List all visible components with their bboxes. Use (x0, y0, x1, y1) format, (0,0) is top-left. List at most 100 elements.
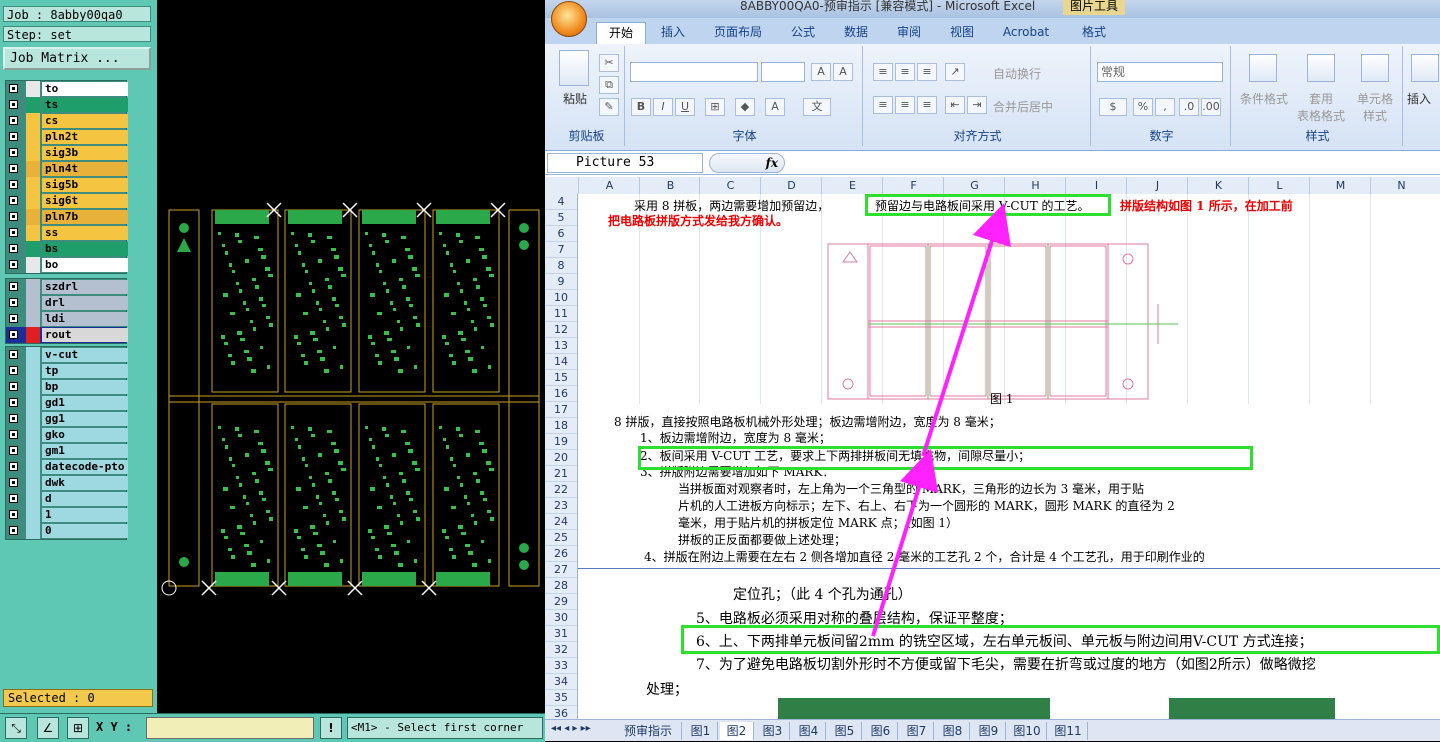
row-header[interactable]: 30 (545, 610, 577, 626)
border-icon[interactable]: ⊞ (705, 98, 725, 116)
shrink-font-icon[interactable]: A (833, 63, 853, 81)
layer-name[interactable]: 1 (42, 508, 128, 522)
currency-icon[interactable]: $ (1099, 98, 1127, 116)
sheet-tab[interactable]: 图3 (756, 722, 790, 740)
layer-checkbox[interactable] (9, 430, 18, 439)
sheet-tab[interactable]: 图9 (972, 722, 1006, 740)
layer-color-swatch[interactable] (26, 379, 40, 395)
insert-cells-icon[interactable] (1411, 54, 1439, 82)
phonetic-icon[interactable]: 文 (803, 98, 831, 116)
decrease-decimal-icon[interactable]: .00 (1201, 98, 1221, 116)
layer-checkbox[interactable] (9, 196, 18, 205)
orientation-icon[interactable]: ↗ (945, 63, 965, 81)
sheet-tab[interactable]: 图5 (828, 722, 862, 740)
job-field[interactable]: Job : 8abby00qa0 (3, 6, 151, 22)
pcb-graphic-view[interactable] (157, 0, 542, 713)
layer-row[interactable]: bp (6, 379, 128, 395)
sheet-tab[interactable]: 预审指示 (615, 722, 682, 740)
column-header[interactable]: M (1309, 177, 1371, 194)
align-right-icon[interactable]: ≡ (917, 96, 937, 114)
layer-name[interactable]: cs (42, 114, 128, 128)
layer-name[interactable]: drl (42, 296, 128, 310)
row-header[interactable]: 31 (545, 626, 577, 642)
column-header[interactable]: J (1126, 177, 1188, 194)
layer-row[interactable]: drl (6, 295, 128, 311)
sheet-nav-icon[interactable]: ◂◂ ◂ ▸ ▸▸ (551, 723, 591, 734)
conditional-format-button[interactable]: 条件格式 (1235, 90, 1293, 107)
layer-color-swatch[interactable] (26, 161, 40, 177)
row-header[interactable]: 32 (545, 642, 577, 658)
layer-name[interactable]: bs (42, 242, 128, 256)
column-header[interactable]: H (1004, 177, 1066, 194)
layer-row[interactable]: gg1 (6, 411, 128, 427)
bold-icon[interactable]: B (631, 98, 651, 116)
row-header[interactable]: 14 (545, 354, 577, 370)
row-header[interactable]: 27 (545, 562, 577, 578)
column-header[interactable]: B (639, 177, 701, 194)
name-box[interactable]: Picture 53 (547, 153, 703, 173)
align-left-icon[interactable]: ≡ (873, 96, 893, 114)
layer-name[interactable]: bo (42, 258, 128, 272)
sheet-tab[interactable]: 图4 (792, 722, 826, 740)
layer-color-swatch[interactable] (26, 427, 40, 443)
layer-row[interactable]: ldi (6, 311, 128, 327)
layer-checkbox[interactable] (9, 180, 18, 189)
layer-checkbox[interactable] (9, 282, 18, 291)
layer-row[interactable]: d (6, 491, 128, 507)
layer-color-swatch[interactable] (26, 347, 40, 363)
tab-acrobat[interactable]: Acrobat (993, 22, 1059, 44)
tab-format[interactable]: 格式 (1069, 22, 1119, 44)
layer-checkbox[interactable] (9, 244, 18, 253)
layer-row[interactable]: szdrl (6, 279, 128, 295)
layer-checkbox[interactable] (9, 350, 18, 359)
layer-row[interactable]: bs (6, 241, 128, 257)
layer-name[interactable]: sig5b (42, 178, 128, 192)
layer-checkbox[interactable] (9, 164, 18, 173)
layer-color-swatch[interactable] (26, 193, 40, 209)
table-format-button[interactable]: 套用 表格格式 (1295, 90, 1347, 124)
merge-center-button[interactable]: 合并后居中 (993, 98, 1053, 115)
number-format-select[interactable]: 常规 (1097, 62, 1223, 82)
column-header[interactable]: C (699, 177, 761, 194)
layer-checkbox[interactable] (9, 446, 18, 455)
increase-decimal-icon[interactable]: .0 (1179, 98, 1199, 116)
row-header[interactable]: 7 (545, 242, 577, 258)
alert-icon[interactable]: ! (320, 717, 342, 739)
paste-icon[interactable] (559, 50, 589, 86)
layer-name[interactable]: gm1 (42, 444, 128, 458)
tab-review[interactable]: 审阅 (887, 22, 931, 44)
layer-row[interactable]: sig5b (6, 177, 128, 193)
layer-checkbox[interactable] (9, 212, 18, 221)
layer-color-swatch[interactable] (26, 225, 40, 241)
layer-checkbox[interactable] (9, 260, 18, 269)
row-header[interactable]: 10 (545, 290, 577, 306)
cell-style-icon[interactable] (1361, 54, 1389, 82)
row-header[interactable]: 23 (545, 498, 577, 514)
layer-color-swatch[interactable] (26, 327, 40, 343)
column-header[interactable]: A (578, 177, 640, 194)
row-header[interactable]: 5 (545, 210, 577, 226)
table-format-icon[interactable] (1307, 54, 1335, 82)
layer-color-swatch[interactable] (26, 523, 40, 539)
row-header[interactable]: 4 (545, 194, 577, 210)
tab-formulas[interactable]: 公式 (781, 22, 825, 44)
job-matrix-button[interactable]: Job Matrix ... (3, 47, 151, 70)
layer-checkbox[interactable] (9, 330, 18, 339)
row-header[interactable]: 11 (545, 306, 577, 322)
layer-checkbox[interactable] (9, 84, 18, 93)
layer-row[interactable]: cs (6, 113, 128, 129)
italic-icon[interactable]: I (653, 98, 673, 116)
layer-color-swatch[interactable] (26, 129, 40, 145)
layer-checkbox[interactable] (9, 132, 18, 141)
column-header[interactable]: E (821, 177, 883, 194)
layer-name[interactable]: ss (42, 226, 128, 240)
layer-name[interactable]: sig3b (42, 146, 128, 160)
font-size-select[interactable] (761, 62, 805, 82)
copy-icon[interactable]: ⧉ (599, 76, 619, 94)
percent-icon[interactable]: % (1133, 98, 1153, 116)
cut-icon[interactable]: ✂ (599, 54, 619, 72)
layer-color-swatch[interactable] (26, 475, 40, 491)
paste-button[interactable]: 粘贴 (557, 90, 593, 107)
sheet-grid[interactable]: 采用 8 拼板，两边需要增加预留边， 预留边与电路板间采用 V-CUT 的工艺。… (578, 194, 1440, 719)
layer-color-swatch[interactable] (26, 97, 40, 113)
